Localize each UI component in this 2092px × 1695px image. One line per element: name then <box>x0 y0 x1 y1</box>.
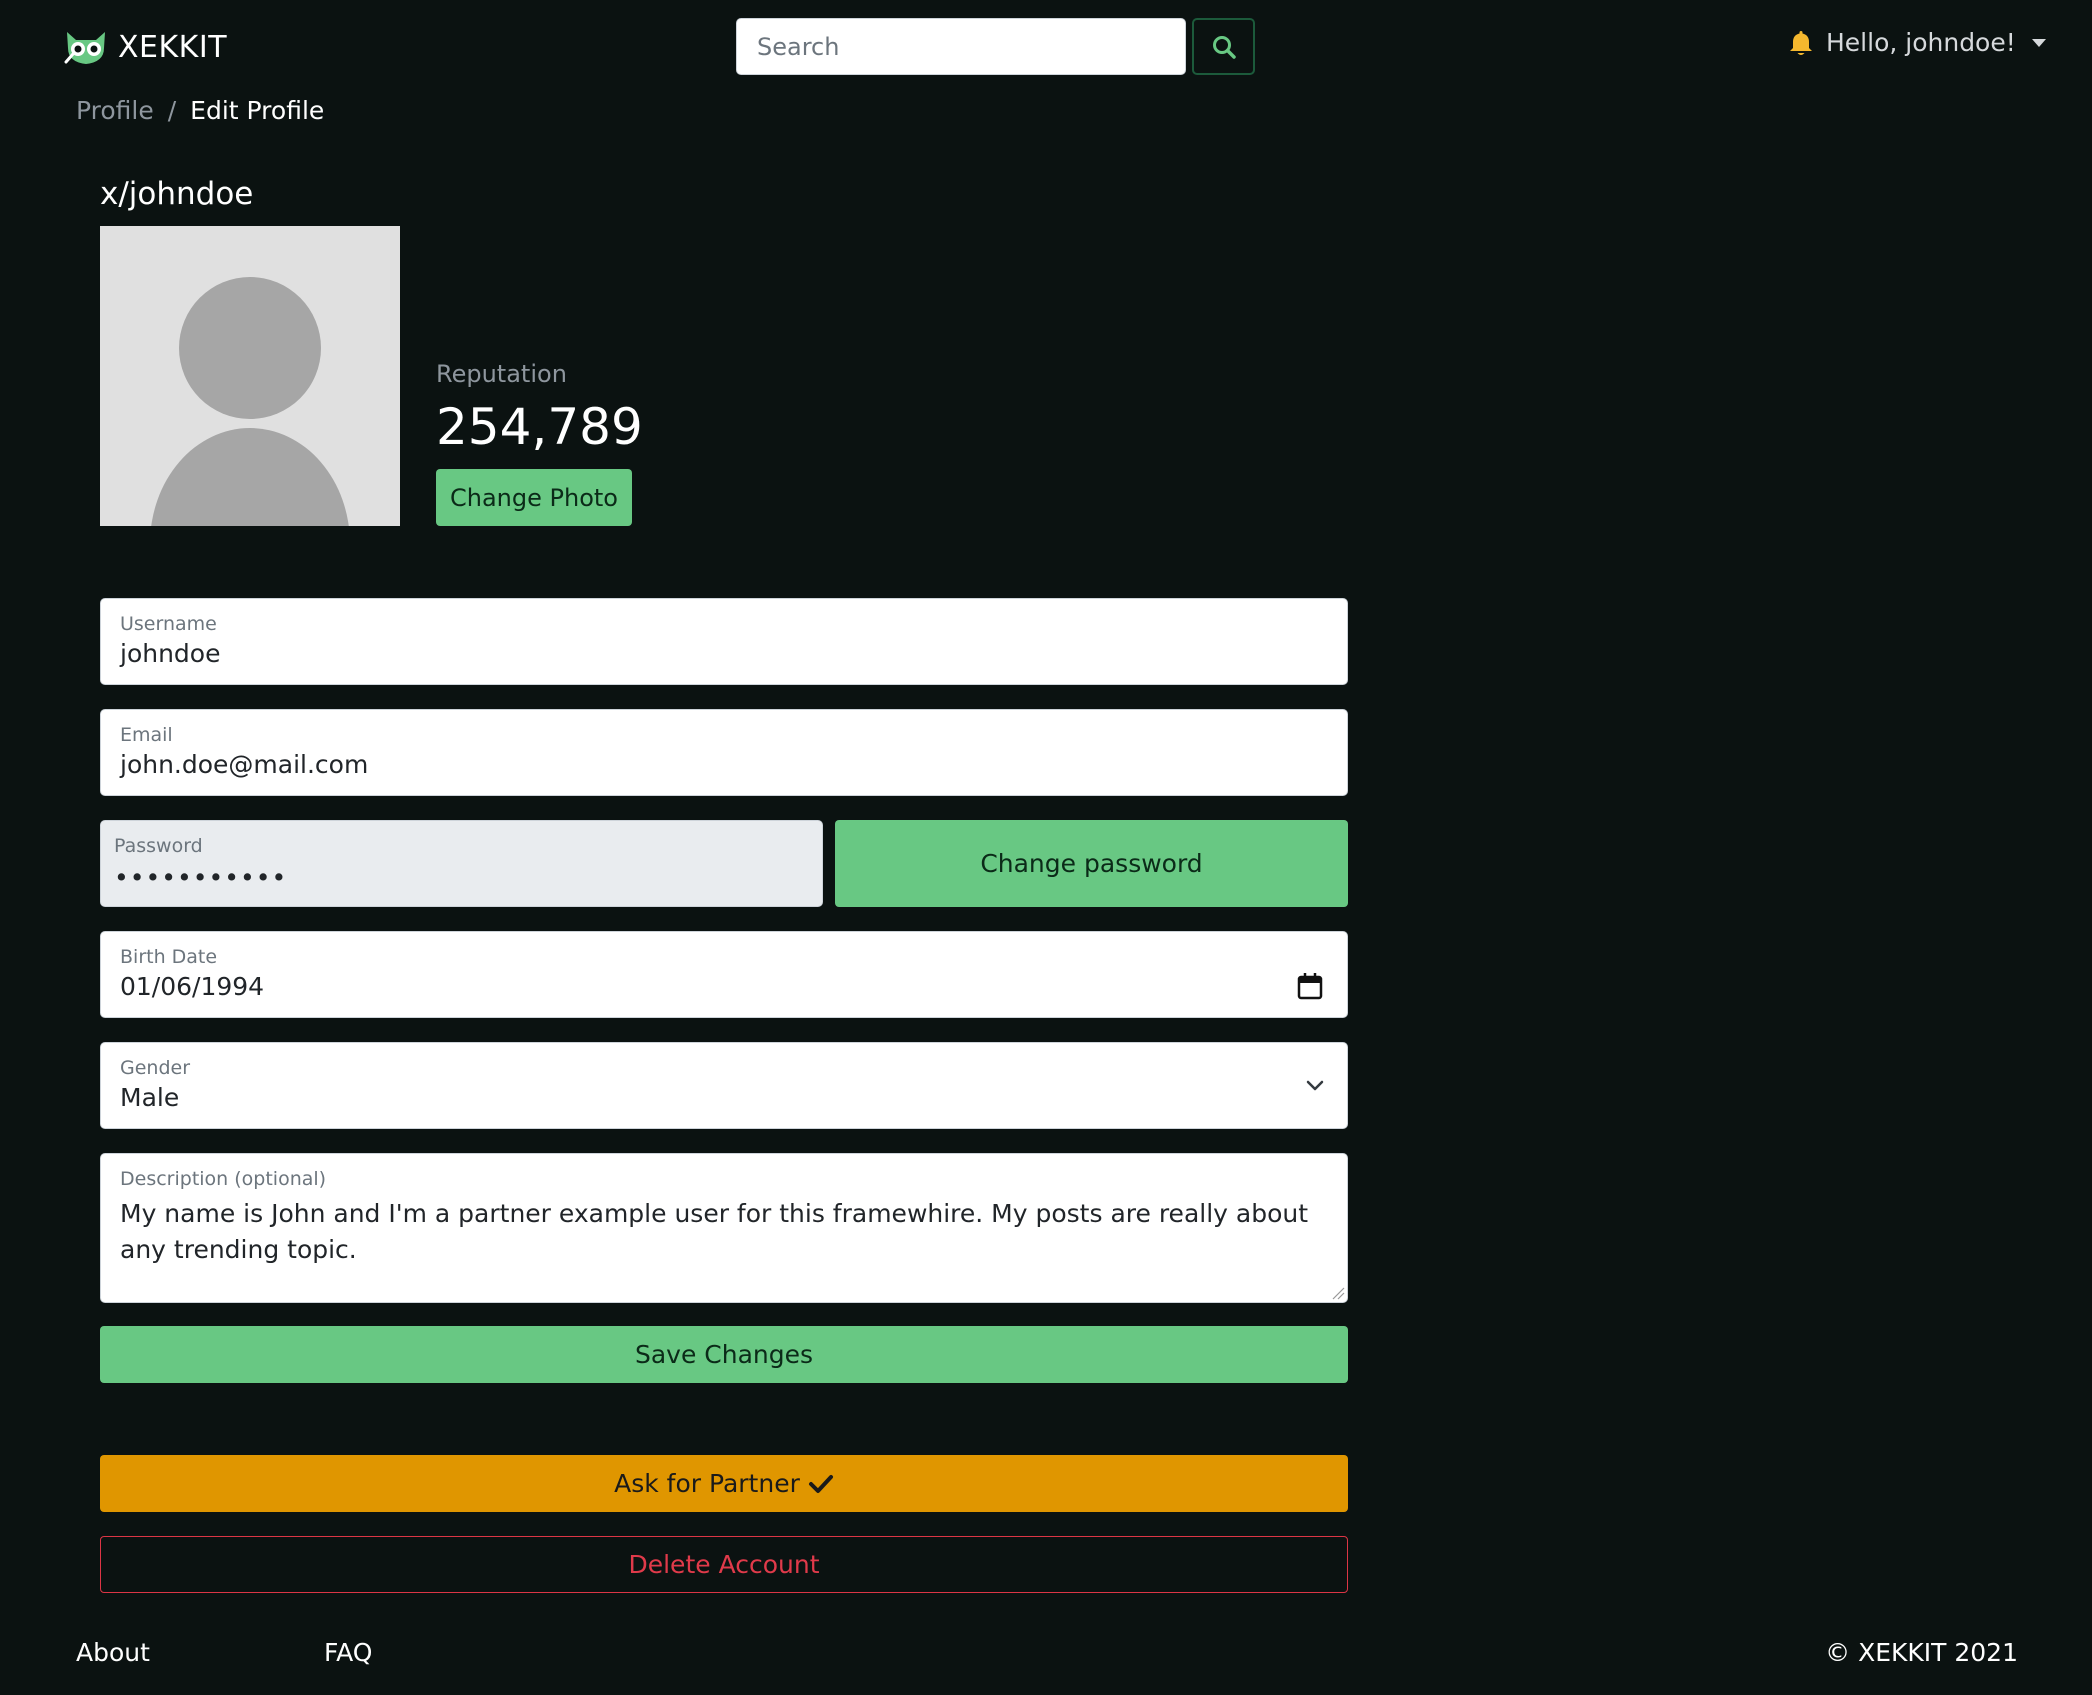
chevron-down-icon <box>1306 1080 1324 1091</box>
brand-name: XEKKIT <box>118 29 228 65</box>
search-button[interactable] <box>1192 18 1255 75</box>
user-greeting: Hello, johndoe! <box>1826 28 2016 57</box>
password-label: Password <box>114 835 203 857</box>
brand-link[interactable]: XEKKIT <box>64 28 227 66</box>
calendar-icon[interactable] <box>1297 972 1323 1000</box>
birth-date-field[interactable]: Birth Date 01/06/1994 <box>100 931 1348 1018</box>
resize-grip-icon[interactable] <box>1331 1286 1345 1300</box>
description-label: Description (optional) <box>120 1168 327 1190</box>
reputation-label: Reputation <box>436 360 567 388</box>
owl-logo-icon <box>64 32 105 64</box>
breadcrumb-current: Edit Profile <box>190 96 325 125</box>
delete-account-button[interactable]: Delete Account <box>100 1536 1348 1593</box>
birth-date-label: Birth Date <box>120 946 218 968</box>
gender-select[interactable]: Gender Male <box>100 1042 1348 1129</box>
email-field[interactable]: Email john.doe@mail.com <box>100 709 1348 796</box>
footer-faq-link[interactable]: FAQ <box>324 1638 372 1667</box>
reputation-value: 254,789 <box>436 398 643 456</box>
description-value: My name is John and I'm a partner exampl… <box>120 1199 1309 1264</box>
ask-for-partner-button[interactable]: Ask for Partner <box>100 1455 1348 1512</box>
username-field[interactable]: Username johndoe <box>100 598 1348 685</box>
save-changes-button[interactable]: Save Changes <box>100 1326 1348 1383</box>
profile-handle: x/johndoe <box>100 176 254 212</box>
description-textarea[interactable]: Description (optional) My name is John a… <box>100 1153 1348 1303</box>
caret-down-icon <box>2031 38 2046 47</box>
user-menu-dropdown[interactable]: Hello, johndoe! <box>1788 28 2046 57</box>
breadcrumb: Profile / Edit Profile <box>76 96 324 125</box>
breadcrumb-separator: / <box>167 96 177 125</box>
search-input[interactable] <box>736 18 1186 75</box>
email-label: Email <box>120 724 173 746</box>
edit-profile-page: XEKKIT Hello, johndoe! Profile / Edit Pr… <box>0 0 2092 1695</box>
breadcrumb-profile-link[interactable]: Profile <box>76 96 154 125</box>
username-label: Username <box>120 613 217 635</box>
gender-label: Gender <box>120 1057 191 1079</box>
avatar-placeholder-icon <box>151 277 349 526</box>
footer-about-link[interactable]: About <box>76 1638 150 1667</box>
gender-value: Male <box>120 1083 180 1112</box>
username-value: johndoe <box>120 639 221 668</box>
search-icon <box>1212 35 1236 59</box>
password-value: ••••••••••• <box>114 863 288 892</box>
avatar <box>100 226 400 526</box>
bell-icon[interactable] <box>1788 29 1814 57</box>
ask-for-partner-label: Ask for Partner <box>614 1469 800 1498</box>
check-icon <box>808 1474 833 1493</box>
change-password-button[interactable]: Change password <box>835 820 1348 907</box>
footer-copyright: © XEKKIT 2021 <box>1825 1638 2018 1667</box>
change-photo-button[interactable]: Change Photo <box>436 469 632 526</box>
birth-date-value: 01/06/1994 <box>120 972 265 1001</box>
email-value: john.doe@mail.com <box>120 750 369 779</box>
password-field: Password ••••••••••• <box>100 820 823 907</box>
